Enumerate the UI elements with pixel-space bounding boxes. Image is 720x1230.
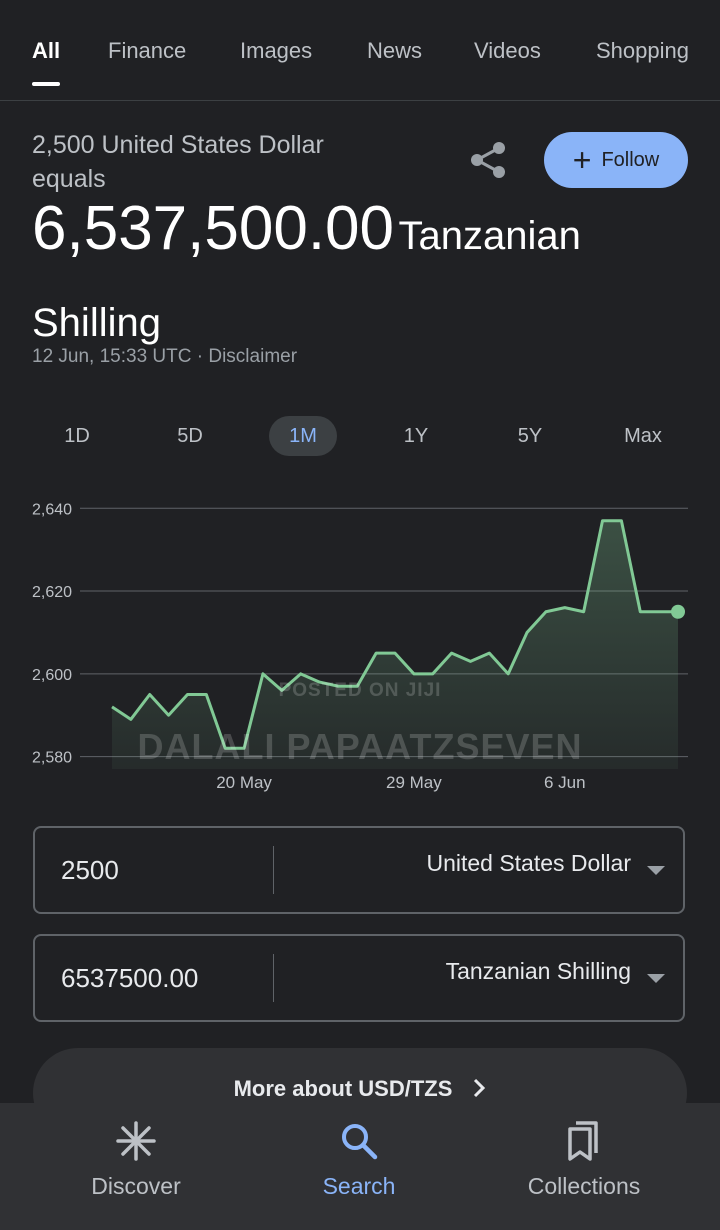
x-tick-label: 29 May: [386, 773, 442, 792]
to-currency-select[interactable]: Tanzanian Shilling: [446, 958, 631, 985]
range-5y[interactable]: 5Y: [496, 416, 564, 456]
x-tick-label: 6 Jun: [544, 773, 586, 792]
conversion-result: 6,537,500.00 Tanzanian Shilling: [32, 190, 632, 371]
more-about-label: More about USD/TZS: [233, 1076, 453, 1101]
dropdown-arrow-icon[interactable]: [647, 974, 665, 983]
to-converter: 6537500.00 Tanzanian Shilling: [33, 934, 685, 1022]
range-5d[interactable]: 5D: [156, 416, 224, 456]
y-tick-label: 2,640: [32, 501, 72, 518]
latest-value-point: [671, 604, 685, 619]
from-converter: 2500 United States Dollar: [33, 826, 685, 914]
plus-icon: +: [572, 142, 592, 178]
nav-search[interactable]: Search: [259, 1103, 459, 1230]
watermark-posted: POSTED ON JIJI: [278, 680, 442, 701]
follow-button[interactable]: + Follow: [544, 132, 688, 188]
y-tick-label: 2,620: [32, 584, 72, 601]
active-tab-indicator: [32, 82, 60, 86]
dropdown-arrow-icon[interactable]: [647, 866, 665, 875]
nav-search-label: Search: [322, 1173, 396, 1199]
share-icon[interactable]: [466, 138, 510, 182]
tab-videos[interactable]: Videos: [474, 38, 541, 64]
to-amount-input[interactable]: 6537500.00: [61, 936, 198, 1020]
tab-news[interactable]: News: [367, 38, 422, 64]
from-amount-input[interactable]: 2500: [61, 828, 119, 912]
nav-collections[interactable]: Collections: [484, 1103, 684, 1230]
watermark-name: DALALI PAPAATZSEVEN: [137, 726, 583, 767]
range-1d[interactable]: 1D: [43, 416, 111, 456]
timestamp-disclaimer[interactable]: 12 Jun, 15:33 UTC · Disclaimer: [32, 346, 297, 368]
collections-icon: [562, 1119, 606, 1163]
follow-label: Follow: [601, 148, 660, 171]
nav-collections-label: Collections: [527, 1173, 641, 1199]
from-currency-select[interactable]: United States Dollar: [426, 850, 631, 877]
bottom-navigation: Discover Search Collections: [0, 1103, 720, 1230]
divider: [273, 954, 274, 1002]
range-1y[interactable]: 1Y: [382, 416, 450, 456]
range-1m[interactable]: 1M: [269, 416, 337, 456]
tab-finance[interactable]: Finance: [108, 38, 186, 64]
search-icon: [337, 1119, 381, 1163]
tab-all[interactable]: All: [32, 38, 60, 64]
divider: [273, 846, 274, 894]
x-tick-label: 20 May: [216, 773, 272, 792]
conversion-source-text: 2,500 United States Dollar equals: [32, 131, 324, 193]
search-tabs: All Finance Images News Videos Shopping: [0, 0, 720, 101]
tab-images[interactable]: Images: [240, 38, 312, 64]
exchange-rate-chart[interactable]: 2,640 2,620 2,600 2,580 20 May 29 May 6 Jun PO…: [0, 500, 720, 810]
tab-shopping[interactable]: Shopping: [596, 38, 689, 64]
result-amount: 6,537,500.00: [32, 194, 395, 263]
chevron-right-icon: [472, 1076, 486, 1102]
range-max[interactable]: Max: [609, 416, 677, 456]
nav-discover-label: Discover: [91, 1173, 181, 1199]
nav-discover[interactable]: Discover: [36, 1103, 236, 1230]
asterisk-icon: [114, 1119, 158, 1163]
